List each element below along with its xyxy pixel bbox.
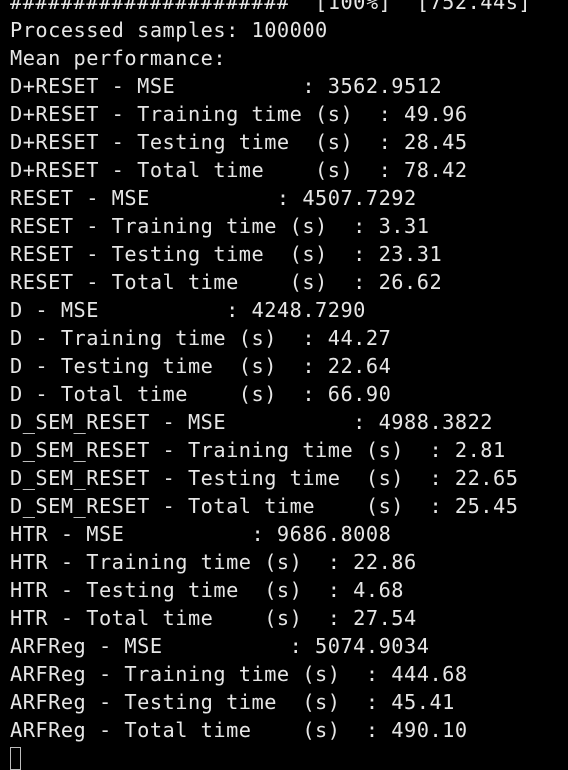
output-line: HTR - Testing time (s) : 4.68 [10,578,405,602]
output-line: RESET - Training time (s) : 3.31 [10,214,430,238]
output-line: HTR - MSE : 9686.8008 [10,522,392,546]
output-line: D - Training time (s) : 44.27 [10,326,392,350]
output-line: HTR - Training time (s) : 22.86 [10,550,417,574]
output-line: D+RESET - Testing time (s) : 28.45 [10,130,468,154]
output-line: D_SEM_RESET - Training time (s) : 2.81 [10,438,506,462]
output-line: HTR - Total time (s) : 27.54 [10,606,417,630]
terminal-output: ###################### [100%] [752.44s] … [10,0,531,770]
output-line: D_SEM_RESET - Total time (s) : 25.45 [10,494,519,518]
output-line: D - Total time (s) : 66.90 [10,382,392,406]
text-cursor [10,747,21,770]
output-line: ARFReg - Training time (s) : 444.68 [10,662,468,686]
output-line: RESET - Total time (s) : 26.62 [10,270,443,294]
output-line: D_SEM_RESET - MSE : 4988.3822 [10,410,493,434]
terminal-window[interactable]: ###################### [100%] [752.44s] … [0,0,568,770]
processed-samples-line: Processed samples: 100000 [10,18,328,42]
output-line: RESET - Testing time (s) : 23.31 [10,242,443,266]
output-line: ARFReg - Total time (s) : 490.10 [10,718,468,742]
output-line: D_SEM_RESET - Testing time (s) : 22.65 [10,466,519,490]
mean-performance-heading: Mean performance: [10,46,227,70]
output-line: ARFReg - MSE : 5074.9034 [10,634,430,658]
output-line: D - MSE : 4248.7290 [10,298,366,322]
output-line: D+RESET - Training time (s) : 49.96 [10,102,468,126]
output-line: D+RESET - MSE : 3562.9512 [10,74,443,98]
output-line: D - Testing time (s) : 22.64 [10,354,392,378]
output-line: RESET - MSE : 4507.7292 [10,186,417,210]
progress-line: ###################### [100%] [752.44s] [10,0,532,14]
output-line: D+RESET - Total time (s) : 78.42 [10,158,468,182]
output-line: ARFReg - Testing time (s) : 45.41 [10,690,455,714]
prompt-line[interactable] [10,744,531,770]
